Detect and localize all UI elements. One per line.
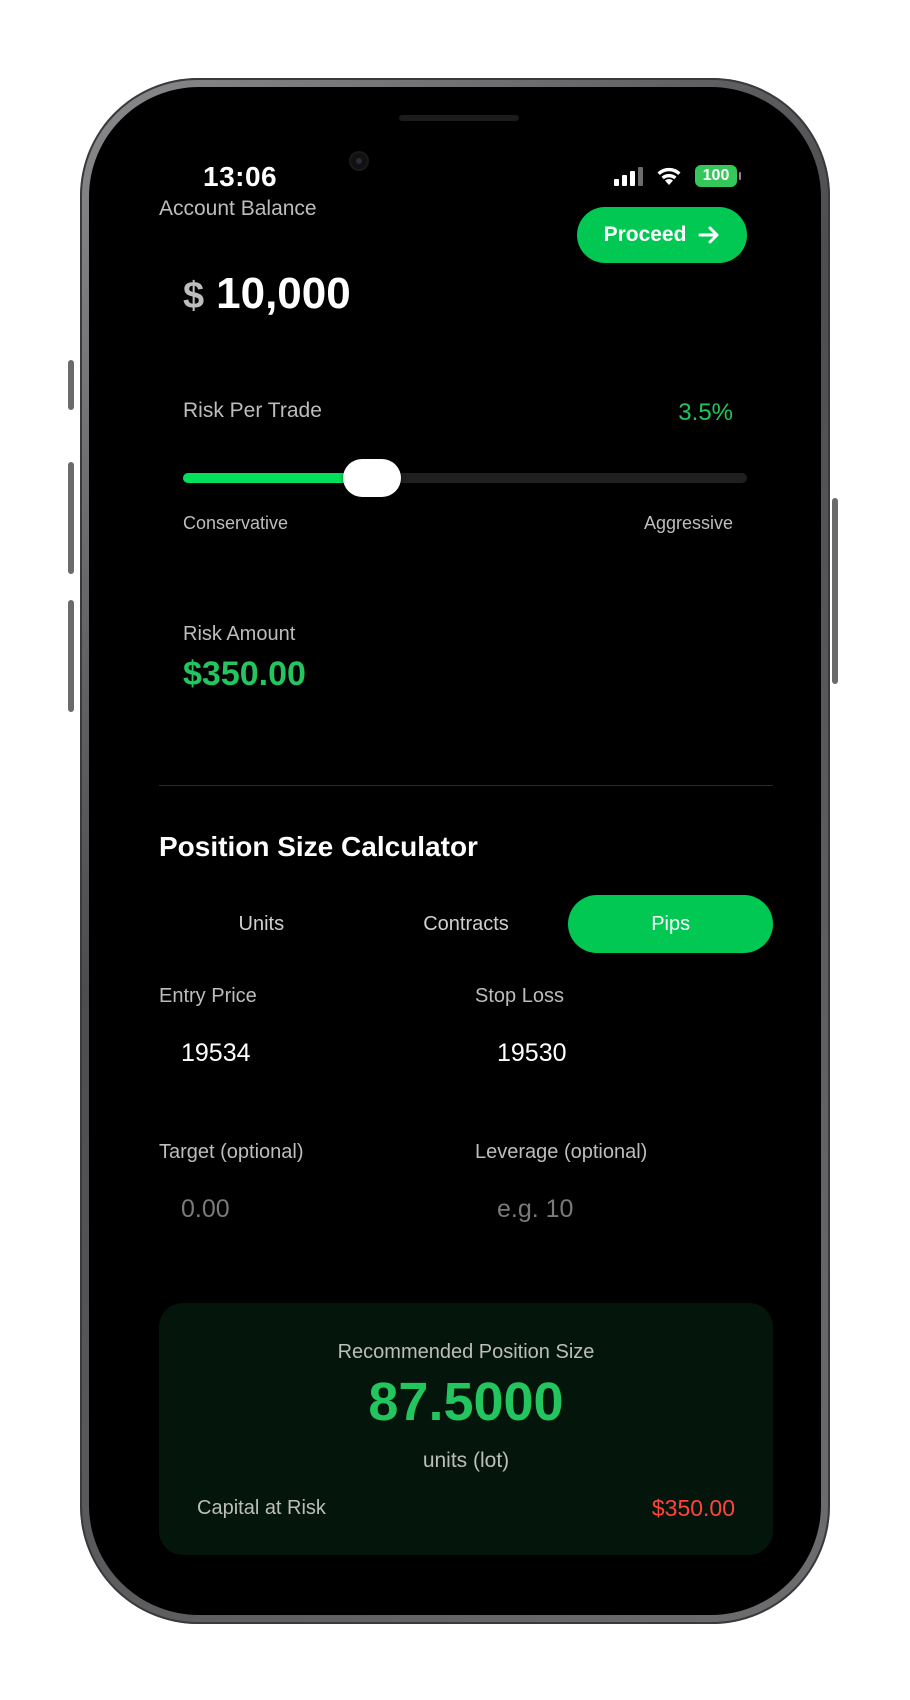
slider-min-label: Conservative — [183, 513, 289, 533]
status-icons: 100 — [614, 165, 741, 187]
action-button — [68, 360, 74, 410]
target-label: Target (optional) — [159, 1141, 304, 1163]
capital-at-risk-value: $350.00 — [651, 1495, 735, 1521]
volume-up-button — [68, 462, 74, 574]
target-input[interactable] — [181, 1189, 441, 1229]
leverage-input[interactable] — [497, 1189, 757, 1229]
entry-price-label: Entry Price — [159, 985, 257, 1007]
proceed-button[interactable]: Proceed — [577, 207, 747, 263]
wifi-icon — [657, 167, 681, 185]
result-title: Recommended Position Size — [337, 1341, 595, 1363]
arrow-right-icon — [698, 226, 719, 244]
risk-percent-value: 3.5% — [678, 399, 733, 426]
app-screen: 13:06 100 Account Balance Proceed $ 10,0… — [103, 101, 807, 1601]
risk-slider-thumb[interactable] — [342, 459, 401, 497]
position-size-unit: units (lot) — [422, 1449, 510, 1472]
account-balance-label: Account Balance — [159, 197, 317, 220]
currency-symbol: $ — [183, 275, 205, 317]
recommended-position-size: 87.5000 — [368, 1372, 564, 1432]
phone-frame: 13:06 100 Account Balance Proceed $ 10,0… — [68, 78, 838, 1624]
capital-at-risk-label: Capital at Risk — [197, 1497, 326, 1519]
section-divider — [159, 785, 773, 786]
account-balance[interactable]: $ 10,000 — [183, 269, 351, 319]
calculation-mode-tabs: Units Contracts Pips — [159, 895, 774, 953]
volume-down-button — [68, 600, 74, 712]
front-camera — [351, 153, 367, 169]
tab-units[interactable]: Units — [159, 895, 364, 953]
power-button — [832, 498, 838, 684]
tab-pips[interactable]: Pips — [568, 895, 774, 953]
risk-slider[interactable] — [183, 459, 747, 497]
risk-amount-value: $350.00 — [183, 655, 306, 693]
risk-per-trade-label: Risk Per Trade — [183, 399, 322, 422]
proceed-button-label: Proceed — [603, 223, 687, 246]
status-time: 13:06 — [203, 161, 278, 192]
result-card: Recommended Position Size 87.5000 units … — [159, 1303, 773, 1555]
tab-contracts[interactable]: Contracts — [364, 895, 569, 953]
entry-price-input[interactable] — [181, 1033, 441, 1073]
account-balance-value[interactable]: 10,000 — [216, 269, 351, 319]
slider-max-label: Aggressive — [643, 513, 733, 533]
signal-icon — [614, 166, 643, 186]
calculator-title: Position Size Calculator — [159, 831, 478, 862]
phone-bezel: 13:06 100 Account Balance Proceed $ 10,0… — [89, 87, 821, 1615]
leverage-label: Leverage (optional) — [475, 1141, 648, 1163]
stop-loss-label: Stop Loss — [475, 985, 564, 1007]
risk-amount-label: Risk Amount — [183, 623, 296, 645]
speaker-grille — [399, 115, 519, 121]
stop-loss-input[interactable] — [497, 1033, 757, 1073]
battery-icon: 100 — [695, 165, 741, 187]
